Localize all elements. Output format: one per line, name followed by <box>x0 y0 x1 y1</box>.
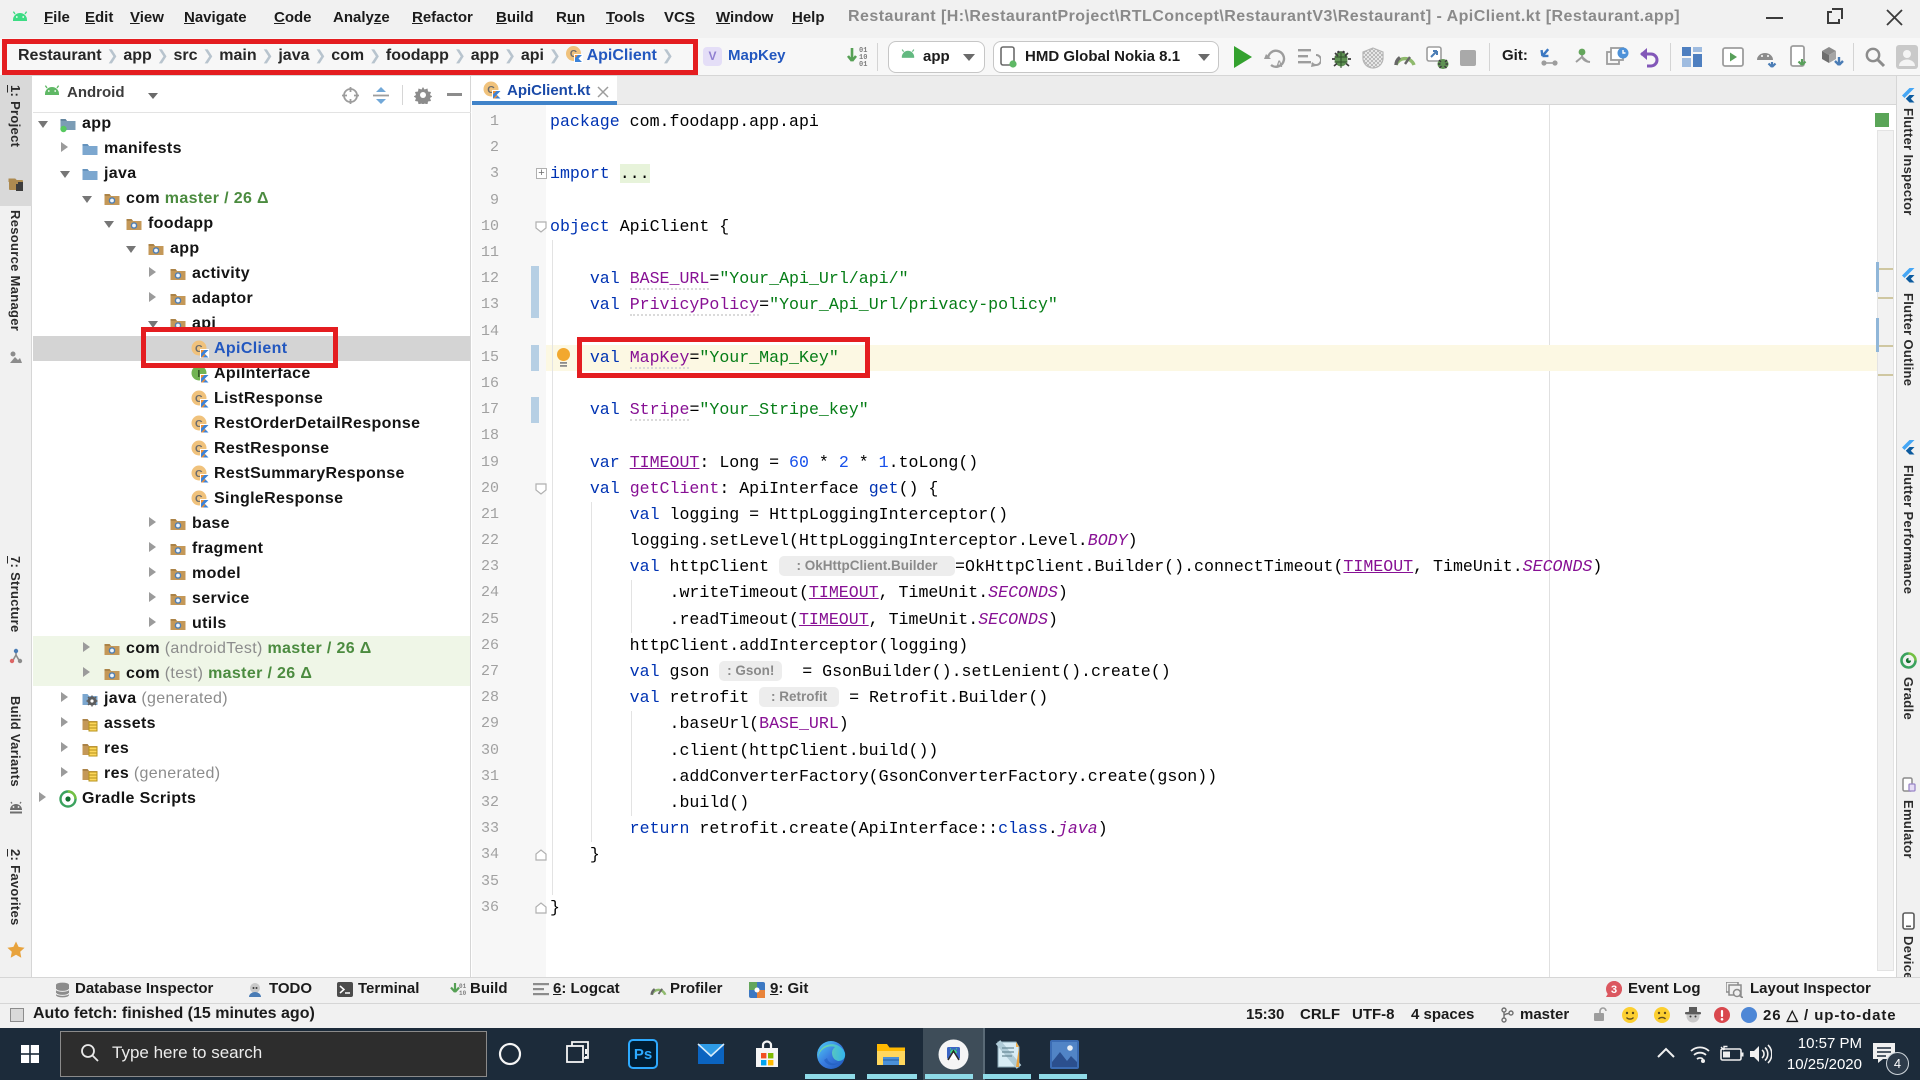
svg-text:A: A <box>1276 59 1283 69</box>
svg-text:3: 3 <box>1611 984 1617 996</box>
svg-text:01: 01 <box>459 983 467 990</box>
svg-text:01: 01 <box>859 61 867 69</box>
svg-text:10: 10 <box>459 990 467 997</box>
